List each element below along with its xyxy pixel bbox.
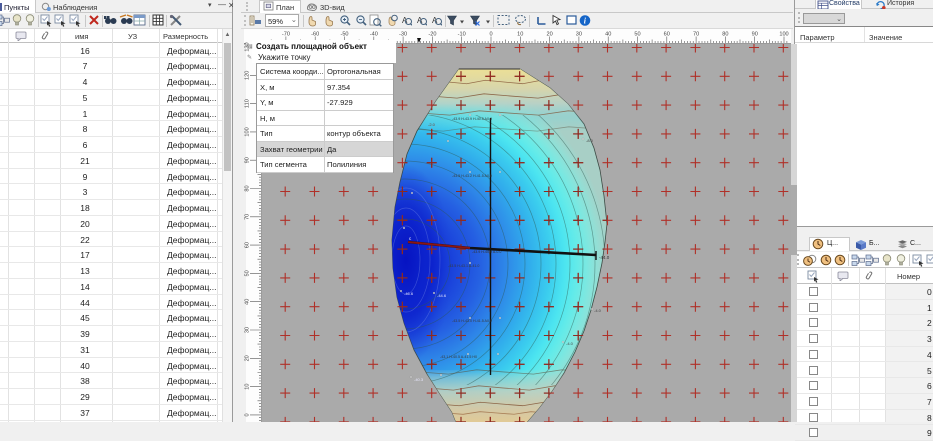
svg-text:-43.9 H-40.9 A-0.0: -43.9 H-40.9 A-0.0 xyxy=(472,250,501,254)
svg-text:-10: -10 xyxy=(458,32,466,38)
svg-text:50: 50 xyxy=(634,32,640,38)
svg-text:-40: -40 xyxy=(370,32,378,38)
svg-text:30: 30 xyxy=(245,327,251,333)
svg-text:70: 70 xyxy=(245,214,251,220)
svg-text:-8.0: -8.0 xyxy=(586,138,594,143)
svg-text:-40.3: -40.3 xyxy=(414,377,424,382)
svg-text:20: 20 xyxy=(245,355,251,361)
svg-text:-60: -60 xyxy=(311,32,319,38)
svg-text:0: 0 xyxy=(245,413,251,416)
svg-text:20: 20 xyxy=(546,32,552,38)
svg-text:-44.0: -44.0 xyxy=(599,255,610,260)
svg-text:-43.5 H-43.1 A-41.0: -43.5 H-43.1 A-41.0 xyxy=(448,264,479,268)
svg-text:-4.0: -4.0 xyxy=(594,308,602,313)
svg-text:100: 100 xyxy=(779,32,788,38)
svg-text:-46.6: -46.6 xyxy=(404,291,414,296)
svg-text:80: 80 xyxy=(722,32,728,38)
svg-text:40: 40 xyxy=(605,32,611,38)
svg-text:50: 50 xyxy=(245,270,251,276)
svg-text:-30: -30 xyxy=(399,32,407,38)
svg-text:0: 0 xyxy=(489,32,492,38)
svg-text:-70: -70 xyxy=(282,32,290,38)
svg-text:70: 70 xyxy=(693,32,699,38)
svg-text:60: 60 xyxy=(245,242,251,248)
svg-text:-43.9 H-43.9 H-40.5 A0.0: -43.9 H-43.9 H-40.5 A0.0 xyxy=(452,117,492,121)
svg-text:-44.6: -44.6 xyxy=(437,293,447,298)
svg-text:-43.5 H-43.0 H-41.5 A0.0: -43.5 H-43.0 H-41.5 A0.0 xyxy=(452,319,492,323)
svg-text:80: 80 xyxy=(245,185,251,191)
svg-text:10: 10 xyxy=(517,32,523,38)
svg-text:90: 90 xyxy=(752,32,758,38)
svg-text:30: 30 xyxy=(576,32,582,38)
svg-text:-43.5 H-43.2 H-41.5 A0.0: -43.5 H-43.2 H-41.5 A0.0 xyxy=(452,174,492,178)
svg-text:-50: -50 xyxy=(340,32,348,38)
svg-text:-2.0: -2.0 xyxy=(428,122,436,127)
svg-text:60: 60 xyxy=(664,32,670,38)
svg-text:-43.1 H-40.5 A-41.5 H0: -43.1 H-40.5 A-41.5 H0 xyxy=(440,355,477,359)
svg-text:10: 10 xyxy=(245,383,251,389)
svg-text:-4.0: -4.0 xyxy=(566,341,574,346)
svg-text:40: 40 xyxy=(245,299,251,305)
svg-text:-20: -20 xyxy=(428,32,436,38)
